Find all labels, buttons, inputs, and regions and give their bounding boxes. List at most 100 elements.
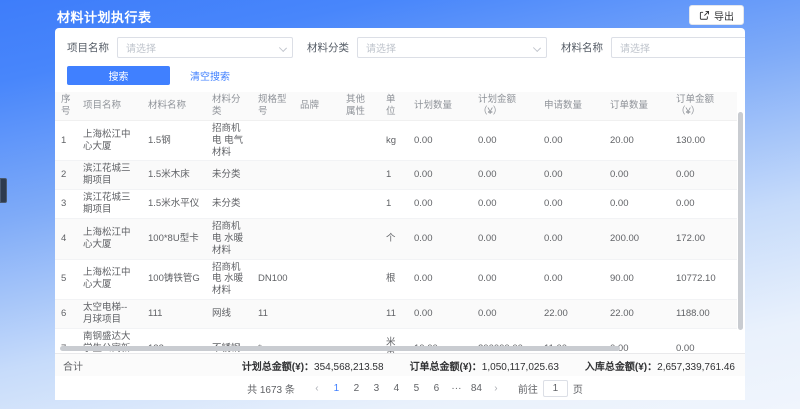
summary-total-item: 计划总金额(¥)：354,568,213.58 xyxy=(242,358,384,373)
project-name-select[interactable]: 请选择 xyxy=(117,37,293,58)
column-header: 申请数量 xyxy=(538,92,604,120)
export-icon xyxy=(699,10,710,21)
table-row: 5上海松江中心大厦100铸铁管G招商机电 水暖材料DN100根0.000.000… xyxy=(55,259,737,300)
table-cell: 1.5钢 xyxy=(142,120,206,161)
page-button[interactable]: 84 xyxy=(469,383,484,394)
table-cell: 1 xyxy=(380,190,408,219)
summary-total-label: 合计 xyxy=(63,358,83,373)
table-cell xyxy=(294,259,340,300)
table-cell: 0.00 xyxy=(538,259,604,300)
material-category-select[interactable]: 请选择 xyxy=(357,37,547,58)
table-cell: 上海松江中心大厦 xyxy=(77,120,142,161)
table-cell: 网线 xyxy=(206,300,252,329)
table-row: 3滨江花城三期项目1.5米水平仪未分类10.000.000.000.000.00 xyxy=(55,190,737,219)
table-cell: 招商机电 水暖材料 xyxy=(206,259,252,300)
table-cell: 个 xyxy=(380,218,408,259)
material-name-placeholder: 请选择 xyxy=(620,40,650,55)
table-cell xyxy=(340,300,380,329)
page-button[interactable]: 6 xyxy=(429,383,444,394)
table-cell: 0.00 xyxy=(472,300,538,329)
table-cell: 2 xyxy=(55,161,77,190)
prev-page-icon[interactable]: ‹ xyxy=(310,383,324,394)
table-cell: 0.00 xyxy=(408,218,472,259)
table-header: 序号项目名称材料名称材料分类规格型号品牌其他属性单位计划数量计划金额（¥）申请数… xyxy=(55,92,737,120)
table-cell: 上海松江中心大厦 xyxy=(77,259,142,300)
page-button[interactable]: 4 xyxy=(389,383,404,394)
table-cell: 130.00 xyxy=(670,120,737,161)
table-cell: 1.5米木床 xyxy=(142,161,206,190)
table-cell xyxy=(294,161,340,190)
pagination: 共 1673 条 ‹ 123456···84 › 前往 页 xyxy=(55,376,745,400)
column-header: 其他属性 xyxy=(340,92,380,120)
page-button[interactable]: 3 xyxy=(369,383,384,394)
table-cell: 172.00 xyxy=(670,218,737,259)
material-name-select[interactable]: 请选择 xyxy=(611,37,745,58)
page-button[interactable]: 1 xyxy=(329,383,344,394)
summary-total-item: 入库总金额(¥)：2,657,339,761.46 xyxy=(585,358,735,373)
vertical-scrollbar-thumb[interactable] xyxy=(738,112,743,330)
table-cell xyxy=(252,120,294,161)
page-button[interactable]: 5 xyxy=(409,383,424,394)
search-button[interactable]: 搜索 xyxy=(67,66,170,85)
table-cell: 根 xyxy=(380,259,408,300)
chevron-down-icon xyxy=(279,44,287,52)
next-page-icon[interactable]: › xyxy=(489,383,503,394)
page-button[interactable]: 2 xyxy=(349,383,364,394)
table-cell: 11 xyxy=(380,300,408,329)
table-cell: 200.00 xyxy=(604,218,670,259)
table-cell xyxy=(294,190,340,219)
filter-material-category: 材料分类 请选择 xyxy=(307,37,547,58)
table-cell: 0.00 xyxy=(538,218,604,259)
table-cell: 未分类 xyxy=(206,190,252,219)
table-cell: 4 xyxy=(55,218,77,259)
filter-row: 项目名称 请选择 材料分类 请选择 材料名称 请选择 xyxy=(55,28,745,58)
table-cell: 0.00 xyxy=(538,120,604,161)
chevron-down-icon xyxy=(533,44,541,52)
table-cell: 10772.10 xyxy=(670,259,737,300)
table-cell: 100铸铁管G xyxy=(142,259,206,300)
filter-material-name: 材料名称 请选择 xyxy=(561,37,745,58)
table-cell: 5 xyxy=(55,259,77,300)
table-row: 4上海松江中心大厦100*8U型卡招商机电 水暖材料个0.000.000.002… xyxy=(55,218,737,259)
column-header: 计划数量 xyxy=(408,92,472,120)
page-title: 材料计划执行表 xyxy=(57,7,152,26)
table-cell: 上海松江中心大厦 xyxy=(77,218,142,259)
column-header: 材料分类 xyxy=(206,92,252,120)
table-cell: 0.00 xyxy=(408,300,472,329)
table-cell: 0.00 xyxy=(604,161,670,190)
table-cell: 3 xyxy=(55,190,77,219)
table-cell: 1188.00 xyxy=(670,300,737,329)
summary-total-item-label: 入库总金额(¥)： xyxy=(585,362,657,373)
export-button[interactable]: 导出 xyxy=(689,5,744,25)
sidebar-collapse-handle[interactable] xyxy=(0,178,7,203)
summary-total-item: 订单总金额(¥)：1,050,117,025.63 xyxy=(410,358,559,373)
table-cell: 招商机电 水暖材料 xyxy=(206,218,252,259)
table-cell: 未分类 xyxy=(206,161,252,190)
project-name-placeholder: 请选择 xyxy=(126,40,156,55)
table-cell: 滨江花城三期项目 xyxy=(77,161,142,190)
table-cell: 0.00 xyxy=(472,161,538,190)
table-row: 6太空电梯--月球项目111网线11110.000.0022.0022.0011… xyxy=(55,300,737,329)
table-cell: 1.5米水平仪 xyxy=(142,190,206,219)
table-cell: 0.00 xyxy=(538,190,604,219)
table-cell xyxy=(294,120,340,161)
table-cell: 22.00 xyxy=(604,300,670,329)
table-cell xyxy=(340,259,380,300)
horizontal-scrollbar-thumb[interactable] xyxy=(60,346,620,351)
table-cell: 招商机电 电气材料 xyxy=(206,120,252,161)
action-row: 搜索 清空搜索 xyxy=(55,58,745,92)
summary-total-item-value: 1,050,117,025.63 xyxy=(482,362,559,373)
table-cell xyxy=(340,190,380,219)
page-more-icon[interactable]: ··· xyxy=(449,383,464,394)
table-cell: 0.00 xyxy=(408,259,472,300)
filter-project: 项目名称 请选择 xyxy=(67,37,293,58)
goto-page-input[interactable] xyxy=(543,380,568,397)
table-cell xyxy=(340,218,380,259)
table-cell: 0.00 xyxy=(670,161,737,190)
summary-total-item-label: 订单总金额(¥)： xyxy=(410,362,482,373)
table-cell: 6 xyxy=(55,300,77,329)
table-cell xyxy=(252,161,294,190)
clear-search-link[interactable]: 清空搜索 xyxy=(190,68,230,83)
material-category-placeholder: 请选择 xyxy=(366,40,396,55)
column-header: 序号 xyxy=(55,92,77,120)
